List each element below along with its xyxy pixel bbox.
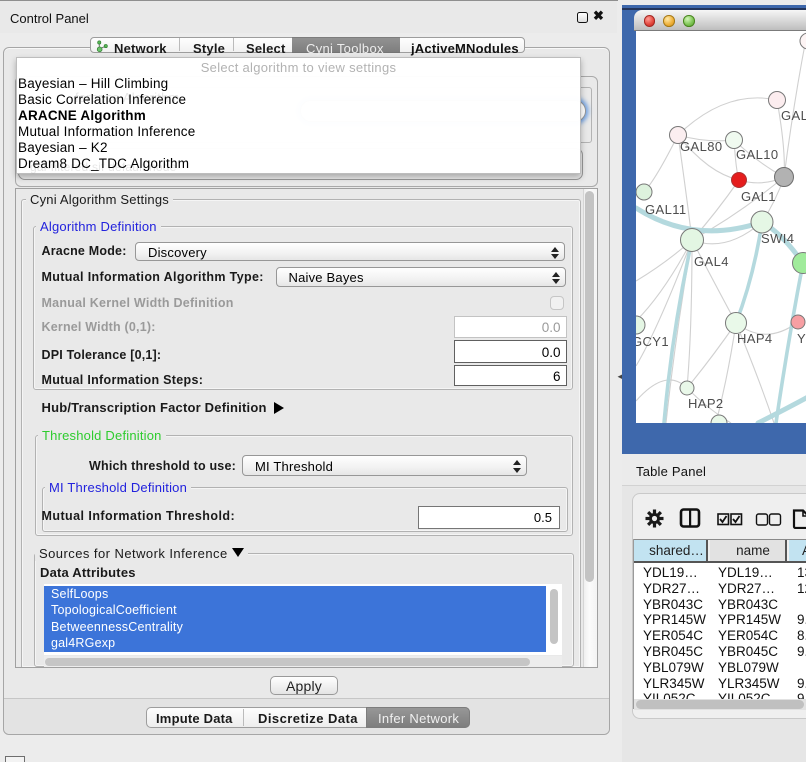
svg-text:GAL11: GAL11	[645, 202, 687, 217]
svg-text:GAL10: GAL10	[736, 147, 778, 162]
svg-text:GAL7: GAL7	[781, 108, 806, 123]
svg-text:GCY1: GCY1	[636, 334, 669, 349]
svg-text:SWI4: SWI4	[761, 231, 794, 246]
svg-text:GAL4: GAL4	[694, 254, 729, 269]
svg-text:GAL80: GAL80	[680, 139, 722, 154]
svg-text:HAP2: HAP2	[688, 396, 724, 411]
svg-text:GAL1: GAL1	[741, 189, 776, 204]
svg-text:HAP4: HAP4	[737, 331, 773, 346]
svg-text:Y: Y	[797, 331, 806, 346]
